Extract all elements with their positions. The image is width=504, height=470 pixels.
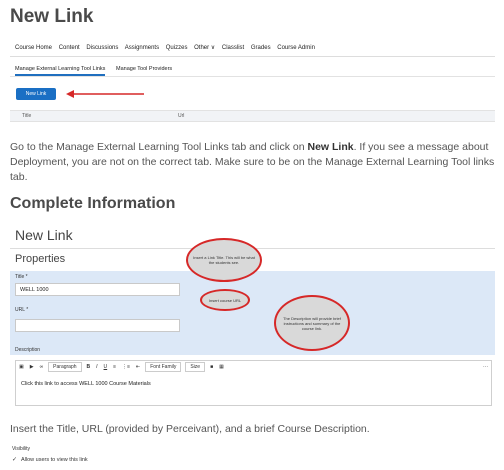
url-label: URL * (15, 307, 29, 313)
description-label: Description (15, 347, 41, 353)
instructions-paragraph: Go to the Manage External Learning Tool … (10, 140, 495, 185)
course-nav: Course Home Content Discussions Assignme… (15, 44, 320, 51)
underline-icon[interactable]: U (101, 364, 111, 370)
allow-users-checkbox-row[interactable]: ✓ Allow users to view this link (12, 457, 88, 463)
nav-discussions[interactable]: Discussions (86, 45, 118, 51)
nav-course-home[interactable]: Course Home (15, 45, 52, 51)
nav-other[interactable]: Other ∨ (194, 45, 215, 51)
text-color-icon[interactable]: ■ (207, 364, 216, 370)
size-select[interactable]: Size (185, 362, 206, 372)
url-field[interactable] (15, 319, 180, 332)
table-header: Title Url (10, 110, 495, 122)
editor-text: Click this link to access WELL 1000 Cour… (21, 381, 151, 387)
indent-icon[interactable]: ⇤ (133, 364, 143, 370)
nav-classlist[interactable]: Classlist (222, 45, 244, 51)
section-title: Complete Information (10, 195, 176, 212)
bold-icon[interactable]: B (84, 364, 94, 370)
callout-url: Insert course URL (200, 289, 250, 311)
font-family-select[interactable]: Font Family (145, 362, 182, 372)
screenshot-new-link-form: New Link Properties Title * WELL 1000 UR… (10, 223, 495, 408)
description-editor[interactable]: Click this link to access WELL 1000 Cour… (15, 373, 492, 406)
allow-users-label: Allow users to view this link (21, 457, 88, 463)
nav-grades[interactable]: Grades (251, 45, 271, 51)
editor-toolbar: ▣ ▶ ∞ Paragraph B I U ≡ ⋮≡ ⇤ Font Family… (15, 360, 492, 374)
column-title[interactable]: Title (22, 113, 31, 119)
title-field[interactable]: WELL 1000 (15, 283, 180, 296)
list-icon[interactable]: ⋮≡ (119, 364, 133, 370)
nav-content[interactable]: Content (59, 45, 80, 51)
arrow-icon (66, 90, 144, 98)
screenshot-manage-links: Course Home Content Discussions Assignme… (10, 38, 495, 128)
properties-heading: Properties (15, 253, 66, 265)
tab-manage-tool-providers[interactable]: Manage Tool Providers (116, 66, 172, 72)
nav-assignments[interactable]: Assignments (125, 45, 159, 51)
align-icon[interactable]: ≡ (110, 364, 119, 370)
italic-icon[interactable]: I (93, 364, 100, 370)
divider (10, 76, 495, 77)
more-icon[interactable]: ··· (480, 364, 491, 370)
table-icon[interactable]: ▦ (216, 364, 227, 370)
title-label: Title * (15, 274, 28, 280)
insert-link-icon[interactable]: ∞ (37, 364, 47, 370)
divider (10, 56, 495, 57)
bold-text: New Link (307, 141, 354, 153)
column-url[interactable]: Url (178, 113, 184, 119)
visibility-label: Visibility (12, 446, 30, 452)
callout-description: The Description will provide brief instr… (274, 295, 350, 351)
insert-paragraph: Insert the Title, URL (provided by Perce… (10, 423, 370, 435)
paragraph-select[interactable]: Paragraph (48, 362, 82, 372)
tab-manage-external-links[interactable]: Manage External Learning Tool Links (15, 66, 106, 76)
text: Go to the Manage External Learning Tool … (10, 141, 308, 153)
form-heading: New Link (15, 227, 73, 243)
new-link-button[interactable]: New Link (16, 88, 56, 100)
insert-video-icon[interactable]: ▶ (27, 364, 37, 370)
callout-title: Insert a Link Title. This will be what t… (186, 238, 262, 282)
page-title: New Link (10, 6, 94, 27)
checkmark-icon[interactable]: ✓ (12, 457, 18, 463)
nav-course-admin[interactable]: Course Admin (277, 45, 315, 51)
insert-image-icon[interactable]: ▣ (16, 364, 27, 370)
nav-quizzes[interactable]: Quizzes (166, 45, 188, 51)
